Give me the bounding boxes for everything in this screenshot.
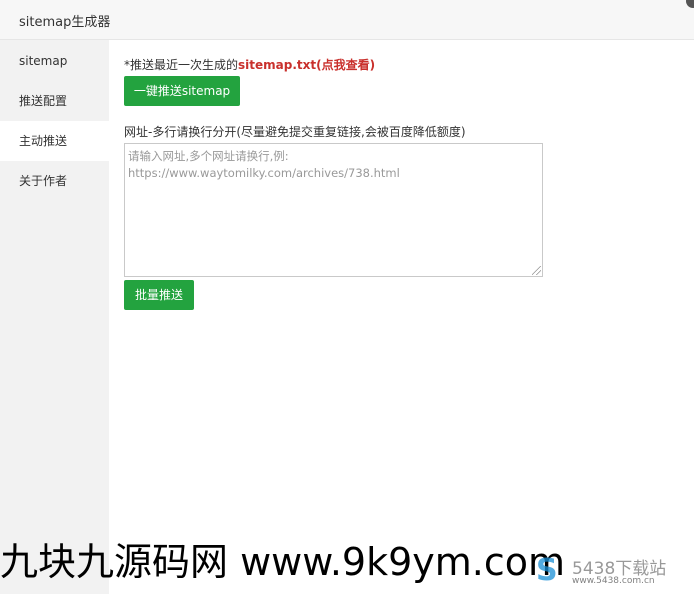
- onekey-push-button[interactable]: 一键推送sitemap: [124, 76, 240, 106]
- sidebar-item-sitemap[interactable]: sitemap: [0, 41, 109, 81]
- sitemap-txt-link[interactable]: sitemap.txt(点我查看): [238, 58, 375, 72]
- url-textarea[interactable]: [124, 143, 543, 277]
- resize-handle-icon[interactable]: [532, 266, 541, 275]
- watermark-text: 九块九源码网 www.9k9ym.com: [0, 540, 566, 584]
- close-icon[interactable]: [686, 0, 694, 8]
- notice-text: *推送最近一次生成的: [124, 58, 239, 72]
- push-notice: *推送最近一次生成的sitemap.txt(点我查看): [124, 56, 375, 73]
- url-field-label: 网址-多行请换行分开(尽量避免提交重复链接,会被百度降低额度): [124, 125, 466, 139]
- sidebar: sitemap 推送配置 主动推送 关于作者: [0, 40, 109, 594]
- sidebar-item-active-push[interactable]: 主动推送: [0, 121, 109, 161]
- watermark-logo: S 5438下载站 www.5438.com.cn: [536, 553, 686, 589]
- logo-s-icon: S: [536, 553, 558, 588]
- title-bar: sitemap生成器: [0, 0, 694, 40]
- sidebar-item-push-config[interactable]: 推送配置: [0, 81, 109, 121]
- window-title: sitemap生成器: [19, 15, 111, 30]
- sidebar-item-about-author[interactable]: 关于作者: [0, 161, 109, 201]
- logo-url: www.5438.com.cn: [572, 576, 655, 586]
- batch-push-button[interactable]: 批量推送: [124, 280, 194, 310]
